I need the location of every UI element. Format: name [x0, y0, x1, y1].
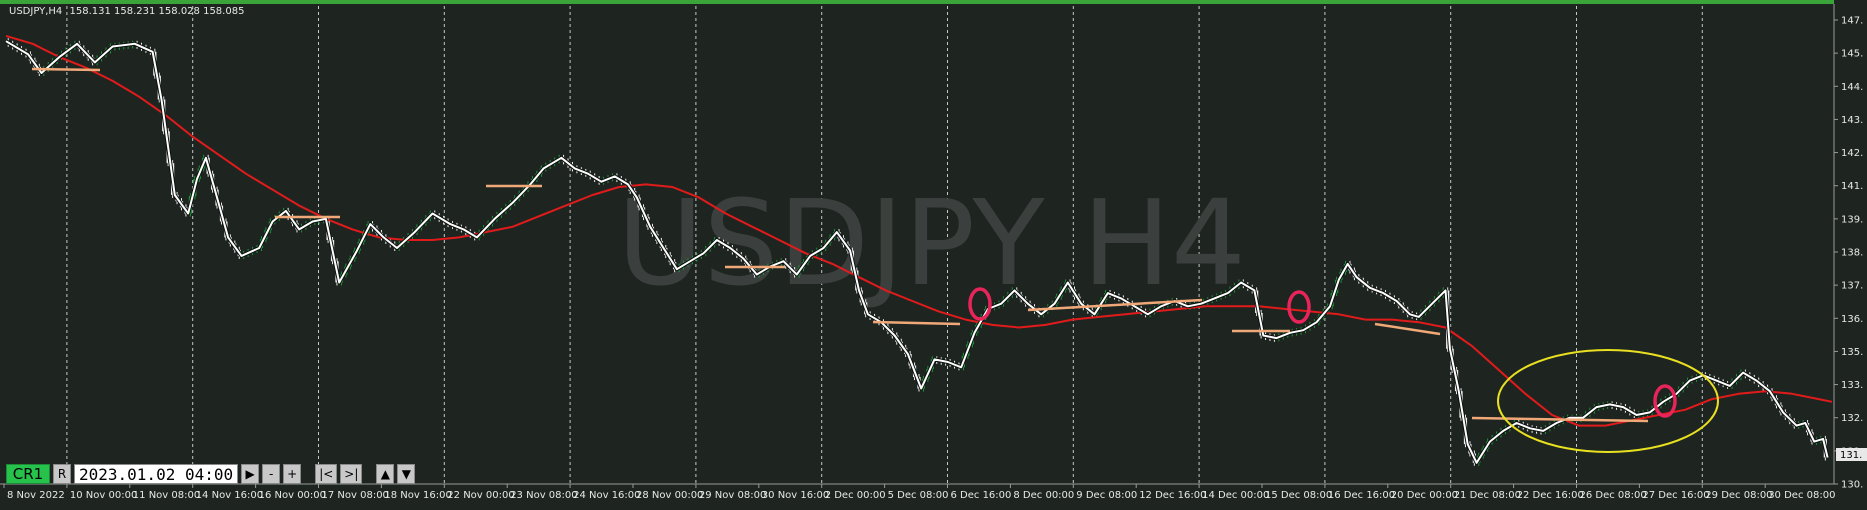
x-tick-label: 30 Dec 08:00: [1768, 490, 1835, 501]
x-tick-label: 26 Dec 08:00: [1580, 490, 1647, 501]
x-tick-label: 24 Nov 16:00: [573, 490, 640, 501]
x-tick-label: 11 Nov 08:00: [133, 490, 200, 501]
chart: USDJPY H4 147.145.144.143.142.141.139.13…: [0, 0, 1867, 510]
x-tick-label: 30 Nov 16:00: [762, 490, 829, 501]
play-icon[interactable]: ▶: [241, 464, 260, 484]
cr1-button[interactable]: CR1: [6, 464, 50, 484]
symbol-name: USDJPY,H4: [9, 6, 62, 17]
y-tick-label: 138.: [1841, 248, 1863, 259]
zoom-in-button[interactable]: +: [283, 464, 302, 484]
x-tick-label: 28 Nov 00:00: [636, 490, 703, 501]
x-tick-label: 21 Dec 08:00: [1454, 490, 1521, 501]
symbol-title: USDJPY,H4 158.131 158.231 158.028 158.08…: [9, 6, 244, 17]
x-tick-label: 12 Dec 16:00: [1139, 490, 1206, 501]
x-tick-label: 22 Dec 16:00: [1517, 490, 1584, 501]
current-price-label: 131.: [1840, 450, 1862, 461]
current-price-marker: 131.: [1836, 448, 1867, 461]
x-tick-label: 14 Dec 00:00: [1202, 490, 1269, 501]
y-tick-label: 135.: [1841, 347, 1863, 358]
x-tick-label: 5 Dec 08:00: [888, 490, 949, 501]
support-line: [31, 67, 101, 72]
x-tick-label: 17 Nov 08:00: [322, 490, 389, 501]
x-tick-label: 9 Dec 08:00: [1076, 490, 1137, 501]
x-tick-label: 27 Dec 16:00: [1642, 490, 1709, 501]
y-tick-label: 141.: [1841, 181, 1863, 192]
x-tick-label: 22 Nov 00:00: [447, 490, 514, 501]
y-tick-label: 144.: [1841, 82, 1863, 93]
symbol-ohlc: 158.131 158.231 158.028 158.085: [69, 6, 244, 17]
y-tick-label: 133.: [1841, 380, 1863, 391]
scroll-up-icon[interactable]: ▲: [376, 464, 395, 484]
y-tick-label: 143.: [1841, 115, 1863, 126]
y-tick-label: 147.: [1841, 16, 1863, 27]
y-tick-label: 130.: [1841, 480, 1863, 491]
y-tick-label: 137.: [1841, 281, 1863, 292]
y-tick-label: 132.: [1841, 413, 1863, 424]
y-tick-label: 136.: [1841, 314, 1863, 325]
x-tick-label: 8 Nov 2022: [7, 490, 65, 501]
x-tick-label: 20 Dec 00:00: [1391, 490, 1458, 501]
x-tick-label: 29 Nov 08:00: [699, 490, 766, 501]
jump-last-button[interactable]: >|: [340, 464, 363, 484]
zoom-out-button[interactable]: -: [262, 464, 281, 484]
x-tick-label: 8 Dec 00:00: [1013, 490, 1074, 501]
x-tick-label: 10 Nov 00:00: [70, 490, 137, 501]
x-tick-label: 14 Nov 16:00: [196, 490, 263, 501]
x-tick-label: 16 Dec 16:00: [1328, 490, 1395, 501]
jump-first-button[interactable]: |<: [315, 464, 338, 484]
x-tick-label: 2 Dec 00:00: [825, 490, 886, 501]
x-tick-label: 29 Dec 08:00: [1705, 490, 1772, 501]
reset-button[interactable]: R: [53, 464, 71, 484]
x-tick-label: 18 Nov 16:00: [384, 490, 451, 501]
datetime-display[interactable]: 2023.01.02 04:00: [74, 464, 239, 484]
scroll-down-icon[interactable]: ▼: [397, 464, 416, 484]
y-tick-label: 139.: [1841, 214, 1863, 225]
y-tick-label: 142.: [1841, 148, 1863, 159]
x-tick-label: 16 Nov 00:00: [259, 490, 326, 501]
x-tick-label: 6 Dec 16:00: [951, 490, 1012, 501]
x-tick-label: 23 Nov 08:00: [510, 490, 577, 501]
x-tick-label: 15 Dec 08:00: [1265, 490, 1332, 501]
y-tick-label: 145.: [1841, 49, 1863, 60]
chart-toolbar: CR1 R 2023.01.02 04:00 ▶ - + |< >| ▲ ▼: [6, 463, 416, 485]
